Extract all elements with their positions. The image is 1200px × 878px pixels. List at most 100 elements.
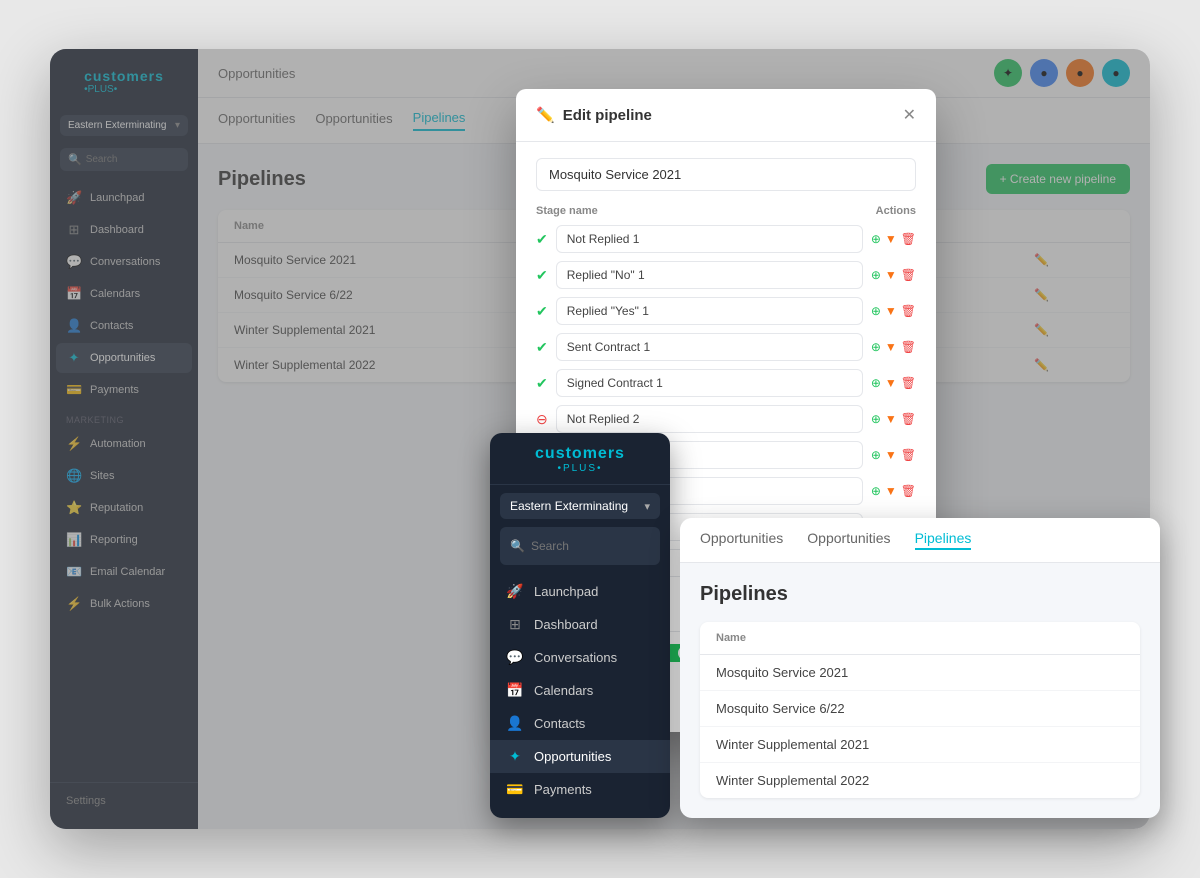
floating-top-bar: Opportunities Opportunities Pipelines xyxy=(680,518,1160,563)
conversations-icon: 💬 xyxy=(506,649,524,666)
actions-label: Actions xyxy=(876,205,916,217)
stage-filter-btn[interactable]: ▼ xyxy=(885,484,897,498)
stage-row-2: ✔ ⊕ ▼ 🗑 xyxy=(536,297,916,325)
floating-tab-opportunities[interactable]: Opportunities xyxy=(700,530,783,550)
stage-name-label: Stage name xyxy=(536,205,598,217)
stage-header: Stage name Actions xyxy=(536,205,916,217)
stage-clone-btn[interactable]: ⊕ xyxy=(871,268,881,282)
stage-clone-btn[interactable]: ⊕ xyxy=(871,232,881,246)
floating-search-bar[interactable]: 🔍 ctrl K + xyxy=(500,527,660,565)
floating-nav-opportunities[interactable]: ✦ Opportunities xyxy=(490,740,670,773)
stage-check-icon: ✔ xyxy=(536,267,548,284)
floating-nav-launchpad[interactable]: 🚀 Launchpad xyxy=(490,575,670,608)
stage-row-5: ⊖ ⊕ ▼ 🗑 xyxy=(536,405,916,433)
floating-search-input[interactable] xyxy=(531,539,670,553)
stage-delete-btn[interactable]: 🗑 xyxy=(901,448,916,462)
modal-close-button[interactable]: ✕ xyxy=(903,105,916,125)
stage-check-icon: ✔ xyxy=(536,303,548,320)
floating-page-title: Pipelines xyxy=(700,583,1140,606)
stage-input-4[interactable] xyxy=(556,369,863,397)
stage-delete-btn[interactable]: 🗑 xyxy=(901,340,916,354)
stage-clone-btn[interactable]: ⊕ xyxy=(871,340,881,354)
stage-filter-btn[interactable]: ▼ xyxy=(885,376,897,390)
floating-pipelines-table: Name Mosquito Service 2021 Mosquito Serv… xyxy=(700,622,1140,798)
stage-row-4: ✔ ⊕ ▼ 🗑 xyxy=(536,369,916,397)
stage-actions: ⊕ ▼ 🗑 xyxy=(871,268,916,282)
modal-title: ✏️ Edit pipeline xyxy=(536,106,652,124)
stage-actions: ⊕ ▼ 🗑 xyxy=(871,448,916,462)
contacts-icon: 👤 xyxy=(506,715,524,732)
floating-nav-dashboard[interactable]: ⊞ Dashboard xyxy=(490,608,670,641)
floating-logo: customers •PLUS• xyxy=(490,445,670,485)
floating-table-row: Mosquito Service 6/22 xyxy=(700,691,1140,727)
floating-table-header: Name xyxy=(700,622,1140,655)
stage-filter-btn[interactable]: ▼ xyxy=(885,340,897,354)
floating-table-row: Winter Supplemental 2021 xyxy=(700,727,1140,763)
stage-delete-btn[interactable]: 🗑 xyxy=(901,376,916,390)
stage-input-1[interactable] xyxy=(556,261,863,289)
floating-nav-label: Launchpad xyxy=(534,584,598,599)
stage-delete-btn[interactable]: 🗑 xyxy=(901,268,916,282)
floating-sidebar: customers •PLUS• Eastern Exterminating ▾… xyxy=(490,433,670,818)
floating-table-row: Mosquito Service 2021 xyxy=(700,655,1140,691)
payments-icon: 💳 xyxy=(506,781,524,798)
stage-actions: ⊕ ▼ 🗑 xyxy=(871,304,916,318)
stage-delete-btn[interactable]: 🗑 xyxy=(901,232,916,246)
stage-clone-btn[interactable]: ⊕ xyxy=(871,448,881,462)
floating-nav-contacts[interactable]: 👤 Contacts xyxy=(490,707,670,740)
stage-row-3: ✔ ⊕ ▼ 🗑 xyxy=(536,333,916,361)
stage-actions: ⊕ ▼ 🗑 xyxy=(871,376,916,390)
stage-filter-btn[interactable]: ▼ xyxy=(885,232,897,246)
stage-check-icon: ✔ xyxy=(536,339,548,356)
stage-row-1: ✔ ⊕ ▼ 🗑 xyxy=(536,261,916,289)
floating-nav-label: Conversations xyxy=(534,650,617,665)
floating-tab-pipelines[interactable]: Pipelines xyxy=(915,530,972,550)
floating-nav-calendars[interactable]: 📅 Calendars xyxy=(490,674,670,707)
stage-clone-btn[interactable]: ⊕ xyxy=(871,304,881,318)
stage-delete-btn[interactable]: 🗑 xyxy=(901,304,916,318)
stage-actions: ⊕ ▼ 🗑 xyxy=(871,484,916,498)
search-icon: 🔍 xyxy=(510,539,525,553)
pipeline-name-input[interactable] xyxy=(536,158,916,191)
dashboard-icon: ⊞ xyxy=(506,616,524,633)
stage-clone-btn[interactable]: ⊕ xyxy=(871,376,881,390)
floating-logo-text: customers xyxy=(502,445,658,463)
stage-delete-btn[interactable]: 🗑 xyxy=(901,484,916,498)
stage-delete-btn[interactable]: 🗑 xyxy=(901,412,916,426)
floating-main-panel: Opportunities Opportunities Pipelines Pi… xyxy=(680,518,1160,818)
launchpad-icon: 🚀 xyxy=(506,583,524,600)
floating-logo-plus: •PLUS• xyxy=(502,463,658,474)
stage-check-icon: ✔ xyxy=(536,375,548,392)
stage-filter-btn[interactable]: ▼ xyxy=(885,304,897,318)
stage-actions: ⊕ ▼ 🗑 xyxy=(871,232,916,246)
stage-actions: ⊕ ▼ 🗑 xyxy=(871,412,916,426)
stage-clone-btn[interactable]: ⊕ xyxy=(871,484,881,498)
floating-nav-payments[interactable]: 💳 Payments xyxy=(490,773,670,806)
chevron-down-icon: ▾ xyxy=(644,500,650,513)
modal-header: ✏️ Edit pipeline ✕ xyxy=(516,89,936,142)
edit-icon-modal: ✏️ xyxy=(536,106,555,124)
stage-input-3[interactable] xyxy=(556,333,863,361)
stage-input-0[interactable] xyxy=(556,225,863,253)
floating-company-selector[interactable]: Eastern Exterminating ▾ xyxy=(500,493,660,519)
stage-row-0: ✔ ⊕ ▼ 🗑 xyxy=(536,225,916,253)
floating-nav-label: Payments xyxy=(534,782,592,797)
floating-nav-label: Contacts xyxy=(534,716,585,731)
stage-check-icon: ⊖ xyxy=(536,411,548,428)
floating-nav-label: Calendars xyxy=(534,683,593,698)
stage-input-5[interactable] xyxy=(556,405,863,433)
stage-actions: ⊕ ▼ 🗑 xyxy=(871,340,916,354)
opportunities-icon: ✦ xyxy=(506,748,524,765)
floating-company-name: Eastern Exterminating xyxy=(510,499,628,513)
floating-tab-opportunities2[interactable]: Opportunities xyxy=(807,530,890,550)
stage-filter-btn[interactable]: ▼ xyxy=(885,448,897,462)
stage-input-2[interactable] xyxy=(556,297,863,325)
floating-nav-conversations[interactable]: 💬 Conversations xyxy=(490,641,670,674)
calendars-icon: 📅 xyxy=(506,682,524,699)
stage-check-icon: ✔ xyxy=(536,231,548,248)
floating-nav-label: Dashboard xyxy=(534,617,598,632)
stage-clone-btn[interactable]: ⊕ xyxy=(871,412,881,426)
stage-filter-btn[interactable]: ▼ xyxy=(885,268,897,282)
stage-filter-btn[interactable]: ▼ xyxy=(885,412,897,426)
floating-nav-label: Opportunities xyxy=(534,749,611,764)
